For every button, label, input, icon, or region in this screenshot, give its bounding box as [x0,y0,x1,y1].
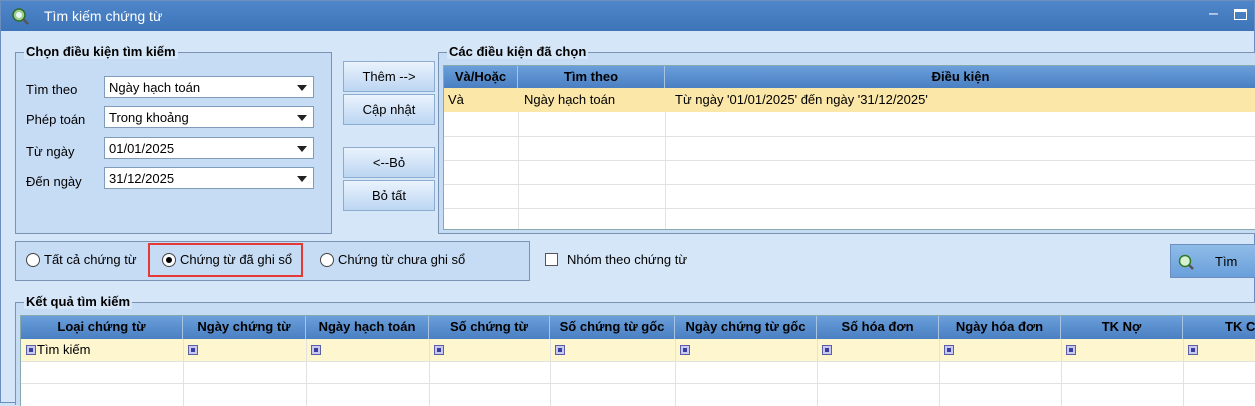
posting-filter-group: Tất cả chứng từ Chứng từ đã ghi sổ Chứng… [15,241,530,281]
results-group: Kết quả tìm kiếm Loại chứng từ Ngày chứn… [15,294,1255,406]
operator-value: Trong khoảng [109,110,189,125]
from-date-label: Từ ngày [26,144,75,159]
filter-row-label: Tìm kiếm [37,342,91,357]
results-table: Loại chứng từ Ngày chứng từ Ngày hạch to… [20,315,1255,406]
radio-posted[interactable] [162,253,176,267]
radio-unposted[interactable] [320,253,334,267]
column-header[interactable]: TK C [1183,316,1255,339]
column-header[interactable]: Và/Hoặc [444,66,518,88]
filter-operator-icon[interactable] [944,345,954,355]
filter-operator-icon[interactable] [1066,345,1076,355]
radio-all-label[interactable]: Tất cả chứng từ [44,252,137,267]
column-header[interactable]: Ngày hóa đơn [939,316,1061,339]
remove-all-button[interactable]: Bỏ tất [343,180,435,211]
from-date-value: 01/01/2025 [109,141,175,156]
search-by-label: Tìm theo [26,82,78,97]
criteria-group: Chọn điều kiện tìm kiếm Tìm theo Ngày hạ… [15,44,332,234]
update-condition-button[interactable]: Cập nhật [343,94,435,125]
selected-conditions-group: Các điều kiện đã chọn Và/Hoặc Tìm theo Đ… [438,44,1255,234]
filter-row: Tìm kiếm [21,339,1255,361]
window-title: Tìm kiếm chứng từ [44,8,163,24]
column-header[interactable]: Loại chứng từ [21,316,183,339]
add-condition-button[interactable]: Thêm --> [343,61,435,92]
filter-operator-icon[interactable] [555,345,565,355]
column-header[interactable]: Số hóa đơn [817,316,939,339]
search-app-icon [12,8,29,25]
search-by-value: Ngày hạch toán [109,80,201,95]
criteria-legend: Chọn điều kiện tìm kiếm [24,44,178,59]
results-legend: Kết quả tìm kiếm [24,294,133,309]
minimize-icon[interactable]: – [1209,6,1223,23]
maximize-icon[interactable] [1234,9,1247,20]
column-header[interactable]: TK Nợ [1061,316,1183,339]
group-by-voucher-checkbox[interactable] [545,253,558,266]
column-header[interactable]: Ngày chứng từ [183,316,306,339]
column-header[interactable]: Số chứng từ gốc [550,316,675,339]
column-header[interactable]: Ngày hạch toán [306,316,429,339]
chevron-down-icon [297,146,307,152]
search-button-label: Tìm [1215,254,1238,269]
chevron-down-icon [297,115,307,121]
column-header[interactable]: Điều kiện [665,66,1255,88]
selected-legend: Các điều kiện đã chọn [447,44,589,59]
radio-all[interactable] [26,253,40,267]
operator-select[interactable]: Trong khoảng [104,106,314,128]
search-by-select[interactable]: Ngày hạch toán [104,76,314,98]
search-voucher-window: Tìm kiếm chứng từ – Chọn điều kiện tìm k… [0,0,1255,406]
search-button[interactable]: Tìm [1170,244,1255,278]
selected-conditions-table: Và/Hoặc Tìm theo Điều kiện Và Ngày hạch … [443,65,1255,230]
to-date-value: 31/12/2025 [109,171,175,186]
filter-operator-icon[interactable] [434,345,444,355]
group-by-voucher-label[interactable]: Nhóm theo chứng từ [567,252,687,267]
filter-operator-icon[interactable] [26,345,36,355]
filter-operator-icon[interactable] [311,345,321,355]
row-andor: Và [448,92,464,107]
table-row[interactable]: Và Ngày hạch toán Từ ngày '01/01/2025' đ… [444,88,1255,112]
results-header: Loại chứng từ Ngày chứng từ Ngày hạch to… [21,316,1255,339]
filter-operator-icon[interactable] [188,345,198,355]
filter-operator-icon[interactable] [1188,345,1198,355]
to-date-picker[interactable]: 31/12/2025 [104,167,314,189]
row-search-by: Ngày hạch toán [524,92,616,107]
remove-condition-button[interactable]: <--Bỏ [343,147,435,178]
title-bar: Tìm kiếm chứng từ – [1,1,1254,31]
column-header[interactable]: Tìm theo [518,66,665,88]
to-date-label: Đến ngày [26,174,82,189]
radio-unposted-label[interactable]: Chứng từ chưa ghi sổ [338,252,465,267]
column-header[interactable]: Ngày chứng từ gốc [675,316,817,339]
operator-label: Phép toán [26,112,86,127]
from-date-picker[interactable]: 01/01/2025 [104,137,314,159]
table-header: Và/Hoặc Tìm theo Điều kiện [444,66,1255,88]
chevron-down-icon [297,176,307,182]
row-condition: Từ ngày '01/01/2025' đến ngày '31/12/202… [675,92,928,107]
column-header[interactable]: Số chứng từ [429,316,550,339]
chevron-down-icon [297,85,307,91]
radio-posted-label[interactable]: Chứng từ đã ghi sổ [180,252,292,267]
search-icon [1178,254,1194,270]
filter-operator-icon[interactable] [822,345,832,355]
filter-operator-icon[interactable] [680,345,690,355]
